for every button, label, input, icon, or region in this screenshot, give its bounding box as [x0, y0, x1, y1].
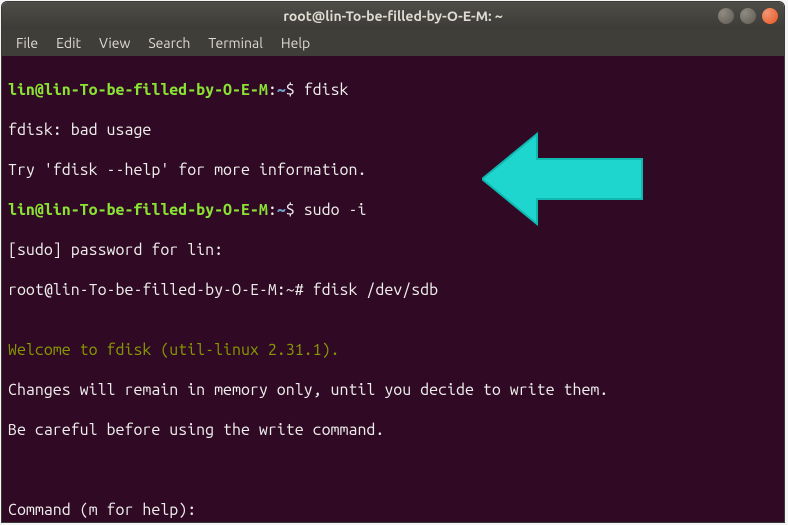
- maximize-icon[interactable]: [740, 8, 756, 24]
- prompt-colon: :: [268, 201, 277, 219]
- command-text: sudo -i: [304, 201, 367, 219]
- prompt-path: ~: [277, 81, 286, 99]
- menubar: File Edit View Search Terminal Help: [2, 30, 784, 56]
- titlebar: root@lin-To-be-filled-by-O-E-M: ~: [2, 2, 784, 30]
- terminal-line: lin@lin-To-be-filled-by-O-E-M:~$ sudo -i: [8, 200, 778, 220]
- terminal-line: [sudo] password for lin:: [8, 240, 778, 260]
- prompt-user: lin@lin-To-be-filled-by-O-E-M: [8, 81, 268, 99]
- command-text: fdisk /dev/sdb: [313, 281, 438, 299]
- close-icon[interactable]: [762, 8, 778, 24]
- menu-edit[interactable]: Edit: [48, 32, 89, 54]
- fdisk-prompt: Command (m for help):: [8, 500, 778, 520]
- window-controls: [718, 8, 778, 24]
- terminal-line: Try 'fdisk --help' for more information.: [8, 160, 778, 180]
- terminal-line: Be careful before using the write comman…: [8, 420, 778, 440]
- prompt-user: lin@lin-To-be-filled-by-O-E-M: [8, 201, 268, 219]
- terminal-line: Changes will remain in memory only, unti…: [8, 380, 778, 400]
- terminal-line: lin@lin-To-be-filled-by-O-E-M:~$ fdisk: [8, 80, 778, 100]
- window-title: root@lin-To-be-filled-by-O-E-M: ~: [283, 8, 503, 24]
- terminal-line: fdisk: bad usage: [8, 120, 778, 140]
- menu-help[interactable]: Help: [273, 32, 318, 54]
- command-text: fdisk: [304, 81, 349, 99]
- prompt-dollar: $: [286, 201, 304, 219]
- root-prompt: root@lin-To-be-filled-by-O-E-M:~#: [8, 281, 313, 299]
- menu-search[interactable]: Search: [140, 32, 198, 54]
- menu-terminal[interactable]: Terminal: [200, 32, 271, 54]
- prompt-colon: :: [268, 81, 277, 99]
- menu-view[interactable]: View: [91, 32, 138, 54]
- prompt-path: ~: [277, 201, 286, 219]
- fdisk-welcome: Welcome to fdisk (util-linux 2.31.1).: [8, 340, 778, 360]
- prompt-dollar: $: [286, 81, 304, 99]
- terminal-body[interactable]: lin@lin-To-be-filled-by-O-E-M:~$ fdisk f…: [2, 56, 784, 522]
- terminal-window: root@lin-To-be-filled-by-O-E-M: ~ File E…: [1, 1, 785, 523]
- terminal-line: root@lin-To-be-filled-by-O-E-M:~# fdisk …: [8, 280, 778, 300]
- menu-file[interactable]: File: [8, 32, 46, 54]
- minimize-icon[interactable]: [718, 8, 734, 24]
